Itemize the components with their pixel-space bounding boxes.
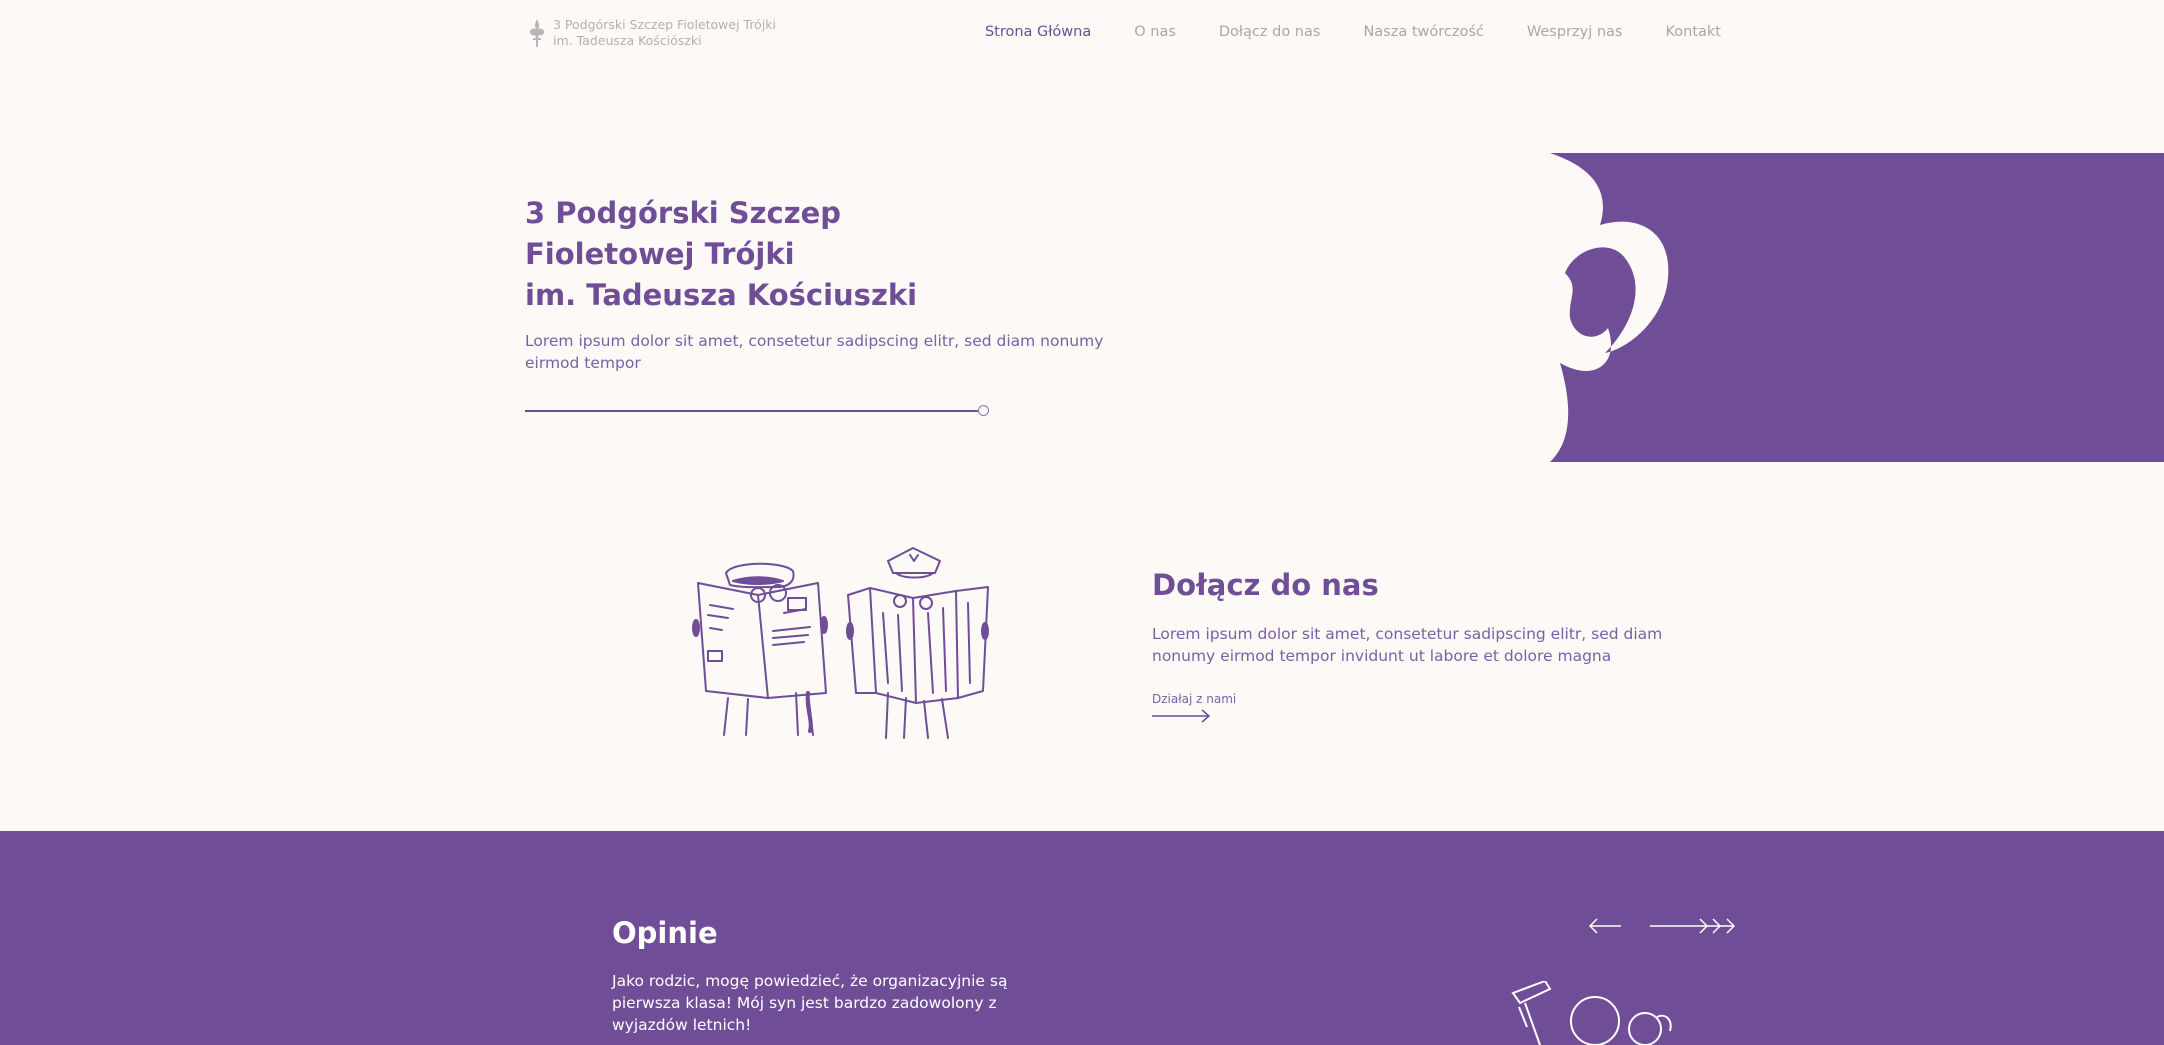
hero-subtitle: Lorem ipsum dolor sit amet, consetetur s…: [525, 332, 1104, 372]
site-logo[interactable]: 3 Podgórski Szczep Fioletowej Trójki im.…: [525, 17, 776, 49]
arrow-right-icon[interactable]: [1152, 709, 1212, 723]
opinions-section: Opinie Jako rodzic, mogę powiedzieć, że …: [0, 831, 2164, 1045]
nav-contact[interactable]: Kontakt: [1665, 24, 1721, 40]
hero-title-line-3: im. Tadeusza Kościuszki: [525, 278, 918, 312]
main-nav: Strona Główna O nas Dołącz do nas Nasza …: [942, 24, 1721, 40]
scouts-reading-map-illustration: [692, 547, 989, 739]
hero-title: 3 Podgórski Szczep Fioletowej Trójki im.…: [525, 193, 917, 316]
scout-illustration: [1511, 981, 1672, 1045]
hero-title-line-2: Fioletowej Trójki: [525, 237, 795, 271]
arrow-left-icon[interactable]: [1588, 917, 1622, 935]
hero-title-line-1: 3 Podgórski Szczep: [525, 196, 842, 230]
slider-handle[interactable]: [978, 405, 989, 416]
fleur-de-lis-icon: [530, 19, 544, 47]
opinions-title: Opinie: [612, 916, 718, 950]
nav-creations[interactable]: Nasza twórczość: [1363, 24, 1483, 40]
hero-fleur-de-lis-band: [1550, 153, 2164, 462]
join-title: Dołącz do nas: [1152, 568, 1379, 602]
nav-support[interactable]: Wesprzyj nas: [1527, 24, 1623, 40]
nav-about[interactable]: O nas: [1134, 24, 1176, 40]
logo-text: 3 Podgórski Szczep Fioletowej Trójki im.…: [553, 17, 776, 49]
hero-slider[interactable]: [525, 404, 990, 418]
logo-line-2: im. Tadeusza Kościószki: [553, 33, 702, 48]
join-description: Lorem ipsum dolor sit amet, consetetur s…: [1152, 625, 1663, 665]
opinion-quote: Jako rodzic, mogę powiedzieć, że organiz…: [612, 972, 1008, 1034]
slider-track[interactable]: [525, 410, 981, 412]
nav-home[interactable]: Strona Główna: [985, 24, 1091, 40]
nav-join[interactable]: Dołącz do nas: [1219, 24, 1321, 40]
join-cta-link[interactable]: Działaj z nami: [1152, 692, 1236, 706]
arrow-right-icon[interactable]: [1650, 917, 1736, 935]
logo-line-1: 3 Podgórski Szczep Fioletowej Trójki: [553, 17, 777, 32]
site-header: 3 Podgórski Szczep Fioletowej Trójki im.…: [0, 0, 2164, 70]
